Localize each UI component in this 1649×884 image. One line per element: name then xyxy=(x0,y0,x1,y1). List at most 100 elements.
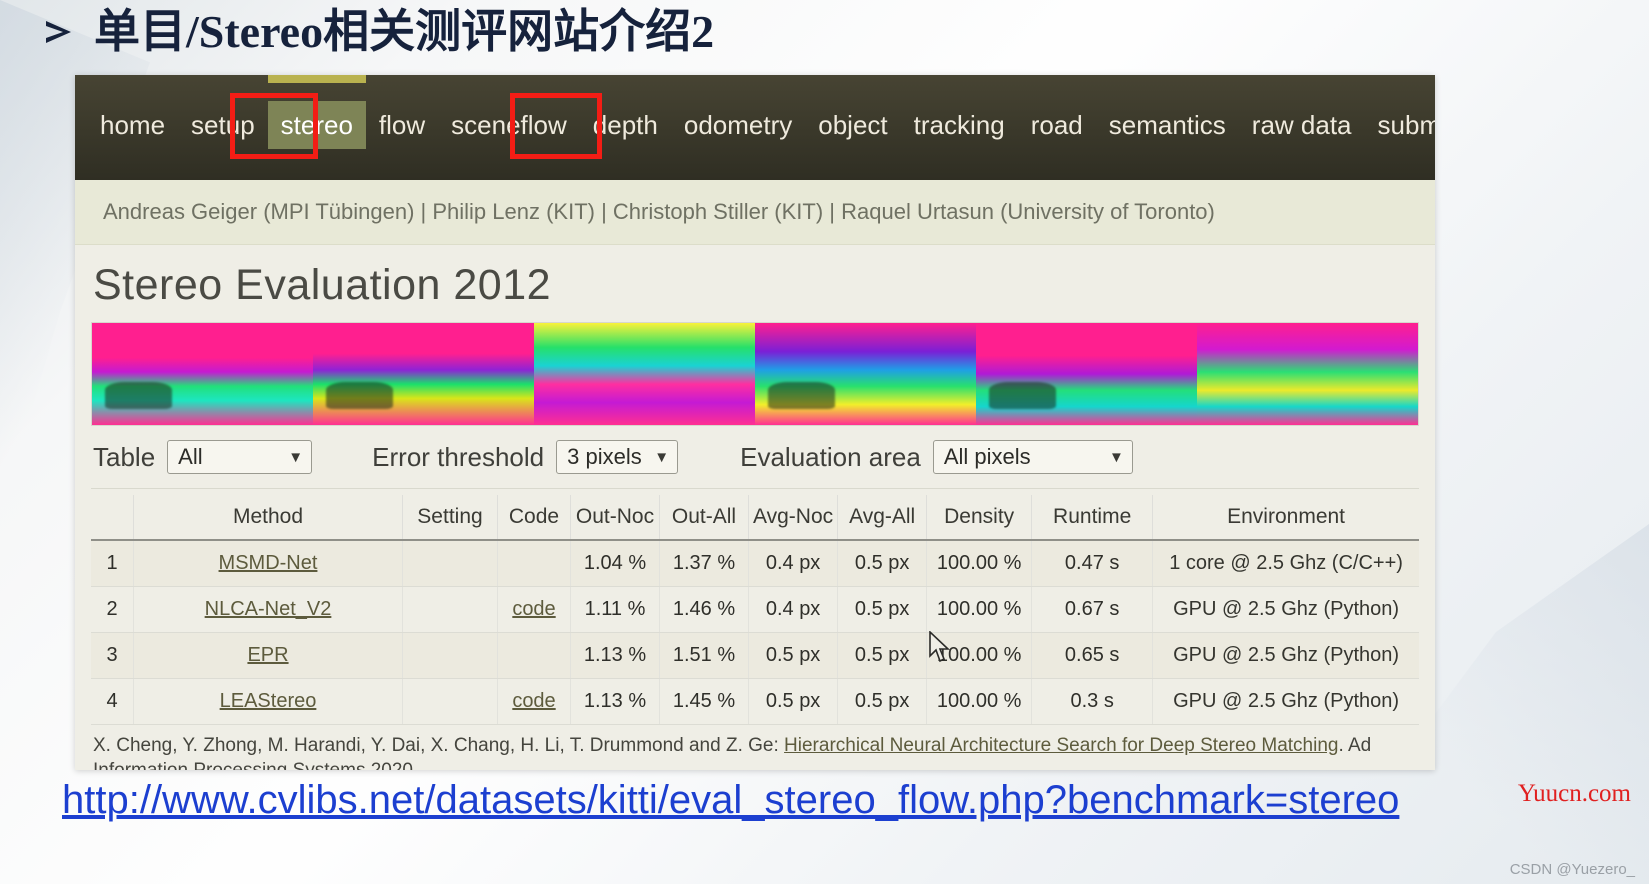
nav-item-setup[interactable]: setup xyxy=(178,101,268,149)
filter-bar: Table All ▼ Error threshold 3 pixels ▼ E… xyxy=(91,426,1419,489)
banner-image-5 xyxy=(976,323,1197,425)
cell-method: NLCA-Net_V2 xyxy=(133,586,403,633)
banner-image-3 xyxy=(534,323,755,425)
cell-code xyxy=(497,540,571,587)
nav-item-flow[interactable]: flow xyxy=(366,101,438,149)
col-header-out-all[interactable]: Out-All xyxy=(659,495,749,541)
nav-item-semantics[interactable]: semantics xyxy=(1096,101,1239,149)
cell-rank: 1 xyxy=(91,540,134,587)
table-filter-select[interactable]: All ▼ xyxy=(167,440,313,474)
benchmark-url-link[interactable]: http://www.cvlibs.net/datasets/kitti/eva… xyxy=(62,778,1399,823)
nav-item-depth[interactable]: depth xyxy=(580,101,671,149)
cell-out-all: 1.45 % xyxy=(659,678,749,725)
cell-runtime: 0.3 s xyxy=(1031,678,1153,725)
error-threshold-value: 3 pixels xyxy=(567,444,642,469)
code-link[interactable]: code xyxy=(512,598,555,620)
cell-code: code xyxy=(497,678,571,725)
nav-item-raw-data[interactable]: raw data xyxy=(1239,101,1365,149)
table-filter-value: All xyxy=(178,444,203,469)
disparity-banner xyxy=(91,322,1419,426)
chevron-down-icon: ▼ xyxy=(288,448,304,466)
watermark-csdn: CSDN @Yuezero_ xyxy=(1509,861,1635,878)
method-link[interactable]: LEAStereo xyxy=(220,690,317,712)
table-row: 4 LEAStereo code 1.13 % 1.45 % 0.5 px 0.… xyxy=(91,678,1419,725)
cell-avg-noc: 0.5 px xyxy=(747,632,838,679)
watermark-yuucn: Yuucn.com xyxy=(1517,780,1631,807)
slide-title-row: 单目/Stereo相关测评网站介绍2 xyxy=(38,2,714,62)
cell-avg-all: 0.5 px xyxy=(837,678,927,725)
cell-rank: 3 xyxy=(91,632,134,679)
cell-out-noc: 1.11 % xyxy=(570,586,660,633)
banner-image-2 xyxy=(313,323,534,425)
cell-density: 100.00 % xyxy=(926,678,1032,725)
col-header-density[interactable]: Density xyxy=(926,495,1032,541)
col-header-environment[interactable]: Environment xyxy=(1152,495,1419,541)
cell-avg-all: 0.5 px xyxy=(837,540,927,587)
table-row: 1 MSMD-Net 1.04 % 1.37 % 0.4 px 0.5 px 1… xyxy=(91,540,1419,587)
method-link[interactable]: MSMD-Net xyxy=(219,552,318,574)
cell-out-all: 1.46 % xyxy=(659,586,749,633)
cell-code xyxy=(497,632,571,679)
col-header-avg-noc[interactable]: Avg-Noc xyxy=(747,495,838,541)
cell-avg-noc: 0.4 px xyxy=(747,540,838,587)
page-title: 单目/Stereo相关测评网站介绍2 xyxy=(94,6,715,57)
cell-environment: GPU @ 2.5 Ghz (Python) xyxy=(1152,632,1419,679)
nav-items: home setup stereo flow sceneflow depth o… xyxy=(87,75,1435,149)
nav-item-road[interactable]: road xyxy=(1018,101,1096,149)
nav-item-tracking[interactable]: tracking xyxy=(901,101,1018,149)
cell-rank: 4 xyxy=(91,678,134,725)
citation-text: X. Cheng, Y. Zhong, M. Harandi, Y. Dai, … xyxy=(91,725,1419,770)
chevron-down-icon: ▼ xyxy=(1108,448,1124,466)
cell-runtime: 0.67 s xyxy=(1031,586,1153,633)
cell-environment: 1 core @ 2.5 Ghz (C/C++) xyxy=(1152,540,1419,587)
col-header-rank[interactable] xyxy=(91,495,134,541)
kitti-benchmark-screenshot: home setup stereo flow sceneflow depth o… xyxy=(75,75,1435,770)
method-link[interactable]: EPR xyxy=(247,644,288,666)
evaluation-area-select[interactable]: All pixels ▼ xyxy=(932,440,1133,474)
site-authors-line: Andreas Geiger (MPI Tübingen) | Philip L… xyxy=(75,180,1435,245)
error-threshold-select[interactable]: 3 pixels ▼ xyxy=(556,440,679,474)
site-navbar: home setup stereo flow sceneflow depth o… xyxy=(75,75,1435,180)
nav-item-stereo[interactable]: stereo xyxy=(267,75,367,149)
citation-paper-link[interactable]: Hierarchical Neural Architecture Search … xyxy=(784,735,1338,756)
nav-item-odometry[interactable]: odometry xyxy=(671,101,805,149)
cell-avg-noc: 0.4 px xyxy=(747,586,838,633)
col-header-code[interactable]: Code xyxy=(497,495,571,541)
cell-avg-all: 0.5 px xyxy=(837,632,927,679)
cell-density: 100.00 % xyxy=(926,540,1032,587)
col-header-out-noc[interactable]: Out-Noc xyxy=(570,495,660,541)
banner-image-1 xyxy=(92,323,313,425)
col-header-avg-all[interactable]: Avg-All xyxy=(837,495,927,541)
arrow-bullet-icon xyxy=(46,21,71,43)
cell-method: EPR xyxy=(133,632,403,679)
results-table: Method Setting Code Out-Noc Out-All Avg-… xyxy=(91,495,1419,725)
evaluation-title: Stereo Evaluation 2012 xyxy=(93,261,552,309)
nav-item-object[interactable]: object xyxy=(805,101,900,149)
cell-density: 100.00 % xyxy=(926,632,1032,679)
results-table-wrap: Method Setting Code Out-Noc Out-All Avg-… xyxy=(91,489,1419,770)
cell-setting xyxy=(402,678,498,725)
nav-item-sceneflow[interactable]: sceneflow xyxy=(438,101,580,149)
cell-runtime: 0.47 s xyxy=(1031,540,1153,587)
cell-out-all: 1.37 % xyxy=(659,540,749,587)
banner-image-6 xyxy=(1197,323,1418,425)
col-header-setting[interactable]: Setting xyxy=(402,495,498,541)
cell-environment: GPU @ 2.5 Ghz (Python) xyxy=(1152,678,1419,725)
cell-out-all: 1.51 % xyxy=(659,632,749,679)
cell-setting xyxy=(402,632,498,679)
cell-runtime: 0.65 s xyxy=(1031,632,1153,679)
nav-item-submit-results[interactable]: submit results xyxy=(1365,101,1435,149)
cell-out-noc: 1.13 % xyxy=(570,678,660,725)
banner-image-4 xyxy=(755,323,976,425)
cell-rank: 2 xyxy=(91,586,134,633)
cell-code: code xyxy=(497,586,571,633)
cell-avg-noc: 0.5 px xyxy=(747,678,838,725)
method-link[interactable]: NLCA-Net_V2 xyxy=(205,598,332,620)
col-header-runtime[interactable]: Runtime xyxy=(1031,495,1153,541)
nav-item-home[interactable]: home xyxy=(87,101,178,149)
col-header-method[interactable]: Method xyxy=(133,495,403,541)
code-link[interactable]: code xyxy=(512,690,555,712)
cell-environment: GPU @ 2.5 Ghz (Python) xyxy=(1152,586,1419,633)
page-content: Stereo Evaluation 2012 Table All ▼ Error… xyxy=(75,245,1435,770)
table-row: 2 NLCA-Net_V2 code 1.11 % 1.46 % 0.4 px … xyxy=(91,586,1419,633)
